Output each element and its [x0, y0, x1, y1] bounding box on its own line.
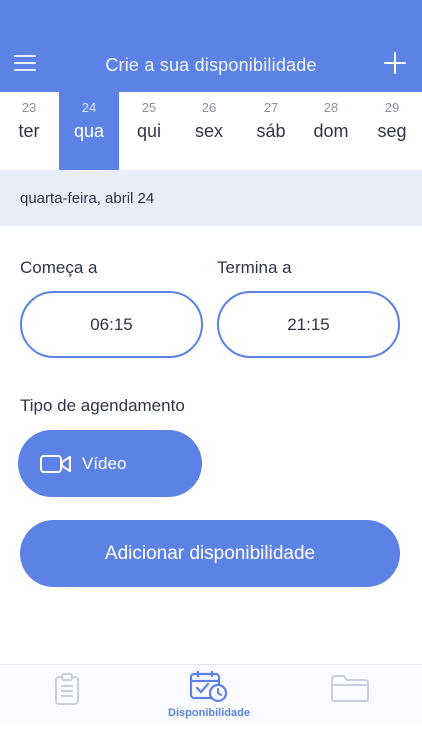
- day-number: 24: [81, 100, 97, 115]
- day-number: 25: [141, 100, 157, 115]
- day-name: qui: [136, 121, 162, 141]
- end-time-field[interactable]: 21:15: [217, 291, 400, 358]
- selected-date-bar: quarta-feira, abril 24: [0, 170, 422, 226]
- video-appointment-button[interactable]: Vídeo: [18, 430, 202, 497]
- day-number: 26: [201, 100, 217, 115]
- day-name: sáb: [256, 121, 286, 141]
- add-availability-button[interactable]: Adicionar disponibilidade: [20, 520, 400, 587]
- clipboard-icon: [55, 673, 79, 705]
- start-time-field[interactable]: 06:15: [20, 291, 203, 358]
- tab-folder[interactable]: [318, 665, 392, 725]
- day-name: ter: [18, 121, 40, 141]
- selected-date: quarta-feira, abril 24: [20, 190, 155, 207]
- day-sun-28[interactable]: 28 dom: [301, 92, 361, 170]
- day-name: seg: [377, 121, 407, 141]
- day-sat-27[interactable]: 27 sáb: [241, 92, 301, 170]
- day-number: 29: [384, 100, 400, 115]
- appointment-type-label: Tipo de agendamento: [20, 396, 185, 415]
- tab-availability[interactable]: Disponibilidade: [150, 665, 268, 725]
- plus-icon[interactable]: [384, 52, 406, 74]
- calendar-clock-icon: [189, 671, 228, 703]
- day-number: 23: [21, 100, 37, 115]
- day-fri-26[interactable]: 26 sex: [179, 92, 239, 170]
- day-thu-25[interactable]: 25 qui: [119, 92, 179, 170]
- day-number: 28: [323, 100, 339, 115]
- day-name: dom: [313, 121, 349, 141]
- tab-availability-label: Disponibilidade: [168, 707, 250, 719]
- day-number: 27: [263, 100, 279, 115]
- video-appointment-label: Vídeo: [82, 454, 127, 473]
- video-camera-icon: [40, 455, 71, 473]
- week-day-picker: 23 ter 24 qua 25 qui 26 sex 27 sáb 28 do…: [0, 92, 422, 170]
- day-wed-24[interactable]: 24 qua: [59, 92, 119, 170]
- tab-clipboard[interactable]: [30, 665, 104, 725]
- bottom-tab-bar: Disponibilidade: [0, 664, 422, 724]
- day-tue-23[interactable]: 23 ter: [0, 92, 59, 170]
- folder-icon: [331, 675, 369, 702]
- day-mon-29[interactable]: 29 seg: [362, 92, 422, 170]
- bottom-safe-area: [0, 724, 422, 750]
- end-label: Termina a: [217, 258, 292, 277]
- day-name: sex: [194, 121, 223, 141]
- day-name: qua: [73, 121, 105, 141]
- start-label: Começa a: [20, 258, 98, 277]
- page-title: Crie a sua disponibilidade: [105, 55, 317, 75]
- app-header: Crie a sua disponibilidade: [0, 0, 422, 92]
